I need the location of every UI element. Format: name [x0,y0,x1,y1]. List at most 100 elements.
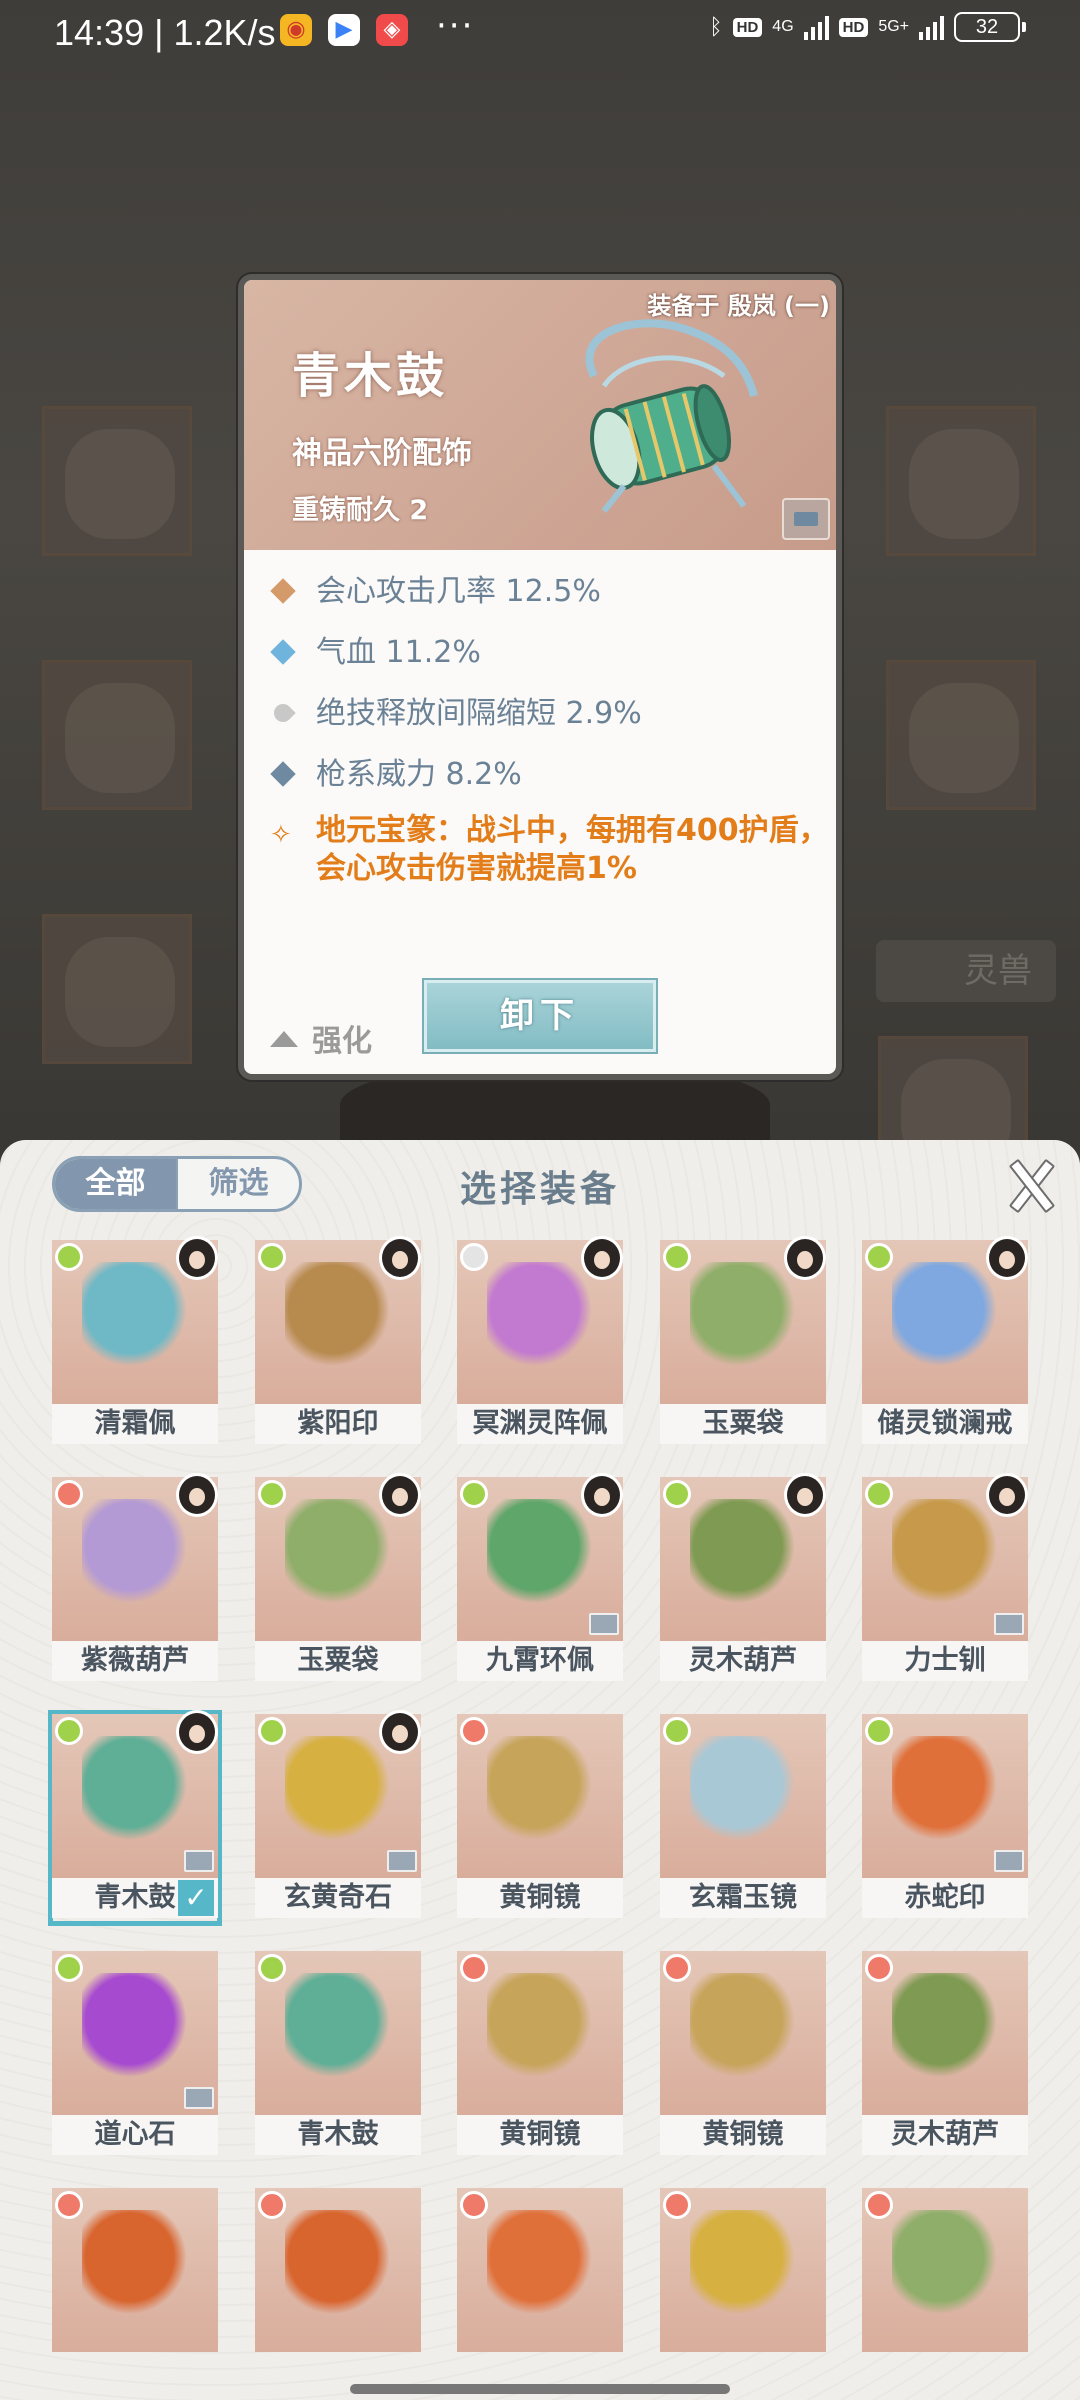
equipment-art [862,1473,1028,1641]
equipment-art [52,1236,218,1404]
equipment-art [52,2188,218,2352]
special-effect: ✧ 地元宝篆：战斗中，每拥有400护盾，会心攻击伤害就提高1% [270,812,830,888]
equipment-tile[interactable]: 九霄环佩 [457,1473,623,1685]
game-app-icon: ◈ [376,14,408,46]
equipment-tile[interactable]: 玉粟袋 [255,1473,421,1685]
element-icon [865,2191,893,2219]
element-icon [55,2191,83,2219]
equipment-name: 玉粟袋 [660,1404,826,1444]
equipment-item-icon [892,2210,998,2328]
equip-slot-armor[interactable] [42,660,192,810]
equipment-item-icon [892,1499,998,1617]
equipment-art [255,1710,421,1878]
equipment-tile[interactable]: 力士钏 [862,1473,1028,1685]
drum-icon [585,319,758,513]
equipment-art [457,1236,623,1404]
equipment-tile[interactable]: 紫阳印 [255,1236,421,1448]
stat-diamond-icon [270,578,296,604]
close-icon[interactable] [1006,1160,1052,1206]
equip-slot-accessory[interactable] [886,406,1036,556]
equipment-tile[interactable] [862,2188,1028,2396]
equipment-item-icon [690,1736,796,1854]
stat-text: 会心攻击几率 12.5% [316,574,601,609]
equipment-art [660,2188,826,2352]
element-icon [865,1954,893,1982]
equipment-item-icon [285,1736,391,1854]
enhance-button[interactable]: 强化 [270,1016,372,1060]
equipment-tile[interactable] [255,2188,421,2396]
equipment-item-icon [487,1262,593,1380]
equipment-tile[interactable]: 青木鼓 [255,1951,421,2159]
status-bar: 14:39 | 1.2K/s ◉ ▶ ◈ ··· ᛒ HD 4G HD 5G+ … [0,0,1080,66]
equipment-tile[interactable]: 赤蛇印 [862,1714,1028,1922]
select-equipment-sheet: 全部 筛选 选择装备 清霜佩 紫阳印 冥渊灵阵佩 玉粟袋 储灵锁澜戒 紫薇葫芦 玉粟袋 九霄环… [0,1140,1080,2400]
equipment-name: 黄铜镜 [457,1878,623,1918]
equipment-tile[interactable]: 青木鼓 ✓ [48,1710,222,1926]
spirit-beast-tab[interactable]: 灵兽 [876,940,1056,1002]
up-arrow-icon [270,1031,298,1047]
equipment-tile[interactable]: 黄铜镜 [660,1951,826,2159]
equipment-tile[interactable] [52,2188,218,2396]
more-icon: ··· [436,6,475,46]
equipment-art [862,2188,1028,2352]
equipment-tile[interactable]: 玄霜玉镜 [660,1714,826,1922]
equipment-tile[interactable]: 储灵锁澜戒 [862,1236,1028,1448]
weibo-icon: ◉ [280,14,312,46]
wearer-avatar [379,1473,421,1517]
stat-skill-interval: 绝技释放间隔缩短 2.9% [270,690,830,751]
equipment-tile[interactable]: 紫薇葫芦 [52,1473,218,1685]
equipment-tile[interactable]: 道心石 [52,1951,218,2159]
equipment-tile[interactable]: 玄黄奇石 [255,1710,421,1922]
equipment-art [457,1951,623,2115]
equip-slot-weapon[interactable] [42,406,192,556]
equipment-item-icon [487,1973,593,2091]
play-icon: ▶ [328,14,360,46]
equipment-item-icon [82,1262,188,1380]
element-icon [460,2191,488,2219]
equipment-item-icon [690,2210,796,2328]
equipment-art [52,1710,218,1878]
storage-chest-button[interactable] [782,498,830,540]
element-icon [865,1243,893,1271]
equip-slot-boots[interactable] [42,914,192,1064]
equipment-tile[interactable] [457,2188,623,2396]
chest-icon [184,2087,214,2109]
equipment-tile[interactable]: 灵木葫芦 [862,1951,1028,2159]
chest-icon [994,1613,1024,1635]
check-icon: ✓ [178,1880,214,1916]
equipment-item-icon [690,1973,796,2091]
equipment-tile[interactable]: 清霜佩 [52,1236,218,1448]
element-icon [460,1954,488,1982]
sheet-title: 选择装备 [459,1169,620,1210]
equipment-art [862,1714,1028,1878]
wearer-avatar [379,1710,421,1754]
unload-button[interactable]: 卸下 [422,978,658,1054]
equipment-item-icon [690,1262,796,1380]
element-icon [865,1480,893,1508]
equipment-name: 道心石 [52,2115,218,2155]
home-indicator[interactable] [350,2384,730,2394]
equipment-tile[interactable]: 黄铜镜 [457,1714,623,1922]
equip-slot-beast[interactable] [878,1036,1028,1169]
equipment-art [255,1236,421,1404]
element-icon [55,1954,83,1982]
element-icon [258,2191,286,2219]
equipment-tile[interactable]: 黄铜镜 [457,1951,623,2159]
wearer-avatar [176,1710,218,1754]
equipment-item-icon [487,2210,593,2328]
special-effect-text: 地元宝篆：战斗中，每拥有400护盾，会心攻击伤害就提高1% [316,813,829,886]
equip-slot-treasure[interactable] [886,660,1036,810]
equipment-item-icon [690,1499,796,1617]
wearer-avatar [986,1473,1028,1517]
equipment-name: 紫阳印 [255,1404,421,1444]
equipment-tile[interactable]: 灵木葫芦 [660,1473,826,1685]
equipment-art [862,1951,1028,2115]
equipment-tile[interactable]: 冥渊灵阵佩 [457,1236,623,1448]
equipment-item-icon [285,1973,391,2091]
equipment-tile[interactable]: 玉粟袋 [660,1236,826,1448]
equipment-tile[interactable] [660,2188,826,2396]
equipment-item-icon [285,1262,391,1380]
stat-hp: 气血 11.2% [270,629,830,690]
network-type-2: 5G+ [878,18,909,35]
element-icon [663,1717,691,1745]
